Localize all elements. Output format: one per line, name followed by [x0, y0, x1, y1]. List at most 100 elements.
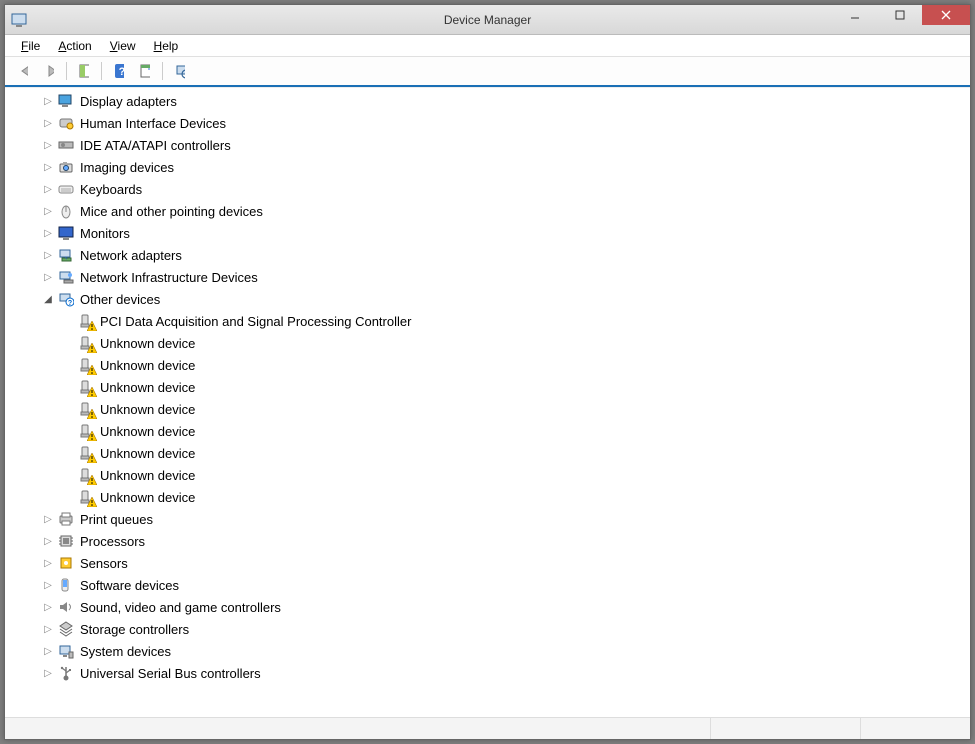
scan-icon [175, 63, 185, 79]
expand-icon[interactable]: ▷ [41, 94, 55, 108]
tree-node-label: Imaging devices [79, 160, 174, 175]
collapse-icon[interactable]: ◢ [41, 292, 55, 306]
tree-node-label: Print queues [79, 512, 153, 527]
expand-icon[interactable]: ▷ [41, 534, 55, 548]
tree-node-label: Unknown device [99, 336, 195, 351]
expand-icon[interactable]: ▷ [41, 204, 55, 218]
expand-icon[interactable]: ▷ [41, 116, 55, 130]
content-area: ▷Display adapters▷Human Interface Device… [5, 87, 970, 717]
warn-icon [77, 379, 95, 395]
show-hide-tree-button[interactable] [72, 59, 96, 83]
storage-icon [57, 621, 75, 637]
statusbar-cell [860, 718, 970, 739]
warn-icon [77, 445, 95, 461]
network-icon [57, 247, 75, 263]
tree-node[interactable]: ▷ System devices [11, 640, 970, 662]
tree-node[interactable]: ◢? Other devices [11, 288, 970, 310]
minimize-button[interactable] [832, 5, 877, 25]
properties-button[interactable] [133, 59, 157, 83]
expand-icon[interactable]: ▷ [41, 138, 55, 152]
tree-node-label: Sound, video and game controllers [79, 600, 281, 615]
expand-icon[interactable]: ▷ [41, 600, 55, 614]
sound-icon [57, 599, 75, 615]
ide-icon [57, 137, 75, 153]
tree-node-label: Human Interface Devices [79, 116, 226, 131]
tree-node[interactable]: ▷Network Infrastructure Devices [11, 266, 970, 288]
sensor-icon [57, 555, 75, 571]
tree-node[interactable]: ▷Sensors [11, 552, 970, 574]
expand-icon[interactable]: ▷ [41, 644, 55, 658]
help-button[interactable]: ? [107, 59, 131, 83]
tree-node[interactable]: Unknown device [11, 486, 970, 508]
printer-icon [57, 511, 75, 527]
tree-node[interactable]: ▷ Sound, video and game controllers [11, 596, 970, 618]
expand-icon[interactable]: ▷ [41, 578, 55, 592]
warn-icon [77, 335, 95, 351]
tree-node[interactable]: ▷Universal Serial Bus controllers [11, 662, 970, 684]
tree-node-label: Software devices [79, 578, 179, 593]
tree-node[interactable]: Unknown device [11, 442, 970, 464]
menu-action[interactable]: Action [50, 37, 99, 55]
expand-icon[interactable]: ▷ [41, 556, 55, 570]
keyboard-icon [57, 181, 75, 197]
expand-icon[interactable]: ▷ [41, 160, 55, 174]
toolbar-separator [101, 62, 102, 80]
tree-node[interactable]: Unknown device [11, 376, 970, 398]
expand-icon[interactable]: ▷ [41, 512, 55, 526]
other-icon: ? [57, 291, 75, 307]
tree-node[interactable]: ▷ IDE ATA/ATAPI controllers [11, 134, 970, 156]
menu-file[interactable]: File [13, 37, 48, 55]
tree-node-label: Other devices [79, 292, 160, 307]
tree-node[interactable]: ▷ Imaging devices [11, 156, 970, 178]
tree-node[interactable]: Unknown device [11, 354, 970, 376]
menu-help[interactable]: Help [146, 37, 187, 55]
app-icon [11, 12, 27, 28]
tree-node[interactable]: ▷Monitors [11, 222, 970, 244]
forward-button[interactable] [37, 59, 61, 83]
tree-node-label: Unknown device [99, 380, 195, 395]
window-title: Device Manager [5, 13, 970, 27]
expand-icon[interactable]: ▷ [41, 270, 55, 284]
tree-node-label: IDE ATA/ATAPI controllers [79, 138, 231, 153]
expand-icon[interactable]: ▷ [41, 622, 55, 636]
tree-node-label: Storage controllers [79, 622, 189, 637]
statusbar [5, 717, 970, 739]
tree-node[interactable]: Unknown device [11, 464, 970, 486]
tree-node-label: System devices [79, 644, 171, 659]
tree-node-label: Mice and other pointing devices [79, 204, 263, 219]
expand-icon[interactable]: ▷ [41, 248, 55, 262]
toolbar-separator [162, 62, 163, 80]
warn-icon [77, 313, 95, 329]
warn-icon [77, 423, 95, 439]
tree-node[interactable]: ▷ Mice and other pointing devices [11, 200, 970, 222]
maximize-button[interactable] [877, 5, 922, 25]
svg-text:?: ? [119, 66, 124, 78]
tree-node[interactable]: Unknown device [11, 398, 970, 420]
close-button[interactable] [922, 5, 970, 25]
tree-node-label: Keyboards [79, 182, 142, 197]
tree-node[interactable]: Unknown device [11, 420, 970, 442]
tree-node[interactable]: ▷Processors [11, 530, 970, 552]
system-icon [57, 643, 75, 659]
tree-node[interactable]: ▷ Print queues [11, 508, 970, 530]
tree-node[interactable]: ▷ Human Interface Devices [11, 112, 970, 134]
device-tree[interactable]: ▷Display adapters▷Human Interface Device… [5, 88, 970, 717]
menu-view[interactable]: View [102, 37, 144, 55]
tree-node[interactable]: ▷Network adapters [11, 244, 970, 266]
tree-node[interactable]: ▷ Storage controllers [11, 618, 970, 640]
back-button[interactable] [11, 59, 35, 83]
device-manager-window: Device Manager File Action View Help [4, 4, 971, 740]
svg-text:?: ? [68, 300, 72, 307]
tree-node[interactable]: Unknown device [11, 332, 970, 354]
expand-icon[interactable]: ▷ [41, 666, 55, 680]
scan-hardware-button[interactable] [168, 59, 192, 83]
tree-node[interactable]: ▷ Keyboards [11, 178, 970, 200]
expand-icon[interactable]: ▷ [41, 226, 55, 240]
expand-icon[interactable]: ▷ [41, 182, 55, 196]
titlebar[interactable]: Device Manager [5, 5, 970, 35]
imaging-icon [57, 159, 75, 175]
tree-node[interactable]: PCI Data Acquisition and Signal Processi… [11, 310, 970, 332]
tree-node[interactable]: ▷ Software devices [11, 574, 970, 596]
tree-node[interactable]: ▷Display adapters [11, 90, 970, 112]
hid-icon [57, 115, 75, 131]
